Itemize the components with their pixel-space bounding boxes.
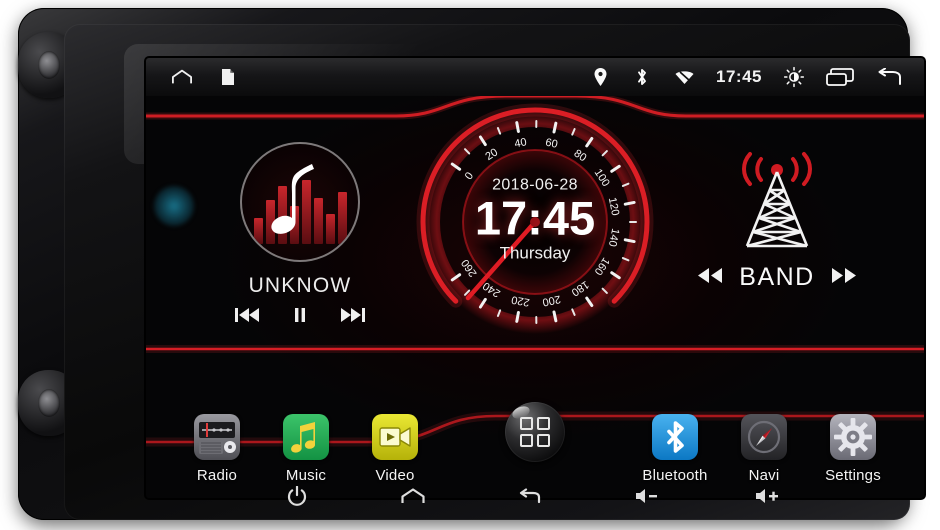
wifi-off-icon (674, 67, 694, 87)
bluetooth-icon (632, 67, 652, 87)
gauge-center-readout: 2018-06-28 17:45 Thursday (448, 177, 623, 264)
status-bar-clock: 17:45 (716, 67, 762, 86)
gauge-weekday: Thursday (499, 243, 571, 263)
speedometer-clock-widget[interactable]: 0 20 40 60 80 100 120 140 160 180 200 220 240 260 201… (390, 93, 680, 352)
compass-app-icon (741, 414, 787, 460)
band-previous-button[interactable] (697, 267, 723, 288)
radio-tower-icon (682, 146, 872, 259)
dock-item-radio[interactable]: Radio (174, 414, 260, 484)
head-unit-faceplate: 17:45 UNKNOW 0 20 40 60 80 100 120 140 1… (64, 24, 924, 520)
video-app-icon (372, 414, 418, 460)
bluetooth-app-icon (652, 414, 698, 460)
sd-card-icon[interactable] (218, 67, 238, 87)
home-icon[interactable] (172, 67, 192, 87)
back-icon[interactable] (876, 67, 902, 87)
previous-track-button[interactable] (235, 308, 259, 322)
next-track-button[interactable] (341, 308, 365, 322)
status-bar-right-group: 17:45 (590, 66, 924, 88)
music-app-icon (283, 414, 329, 460)
band-controls: BAND (682, 263, 872, 292)
volume-down-button[interactable] (633, 484, 661, 508)
music-widget[interactable]: UNKNOW (200, 142, 400, 322)
head-unit-body: 17:45 UNKNOW 0 20 40 60 80 100 120 140 1… (18, 8, 924, 520)
home-widgets: UNKNOW 0 20 40 60 80 100 120 140 160 180… (146, 93, 924, 351)
screenshot-root: 17:45 UNKNOW 0 20 40 60 80 100 120 140 1… (0, 0, 940, 530)
bezel-button-row (110, 478, 940, 514)
svg-text:40: 40 (513, 136, 527, 150)
svg-text:220: 220 (510, 293, 530, 308)
grid-squares-icon (520, 417, 550, 447)
dock-item-video[interactable]: Video (352, 414, 438, 484)
music-note-icon (240, 142, 360, 262)
svg-text:200: 200 (541, 293, 561, 309)
music-track-title: UNKNOW (248, 274, 352, 297)
location-pin-icon (590, 67, 610, 87)
pause-button[interactable] (293, 308, 307, 322)
radio-app-icon (194, 414, 240, 460)
home-button[interactable] (401, 484, 425, 508)
status-bar: 17:45 (146, 58, 924, 96)
dock-item-settings[interactable]: Settings (810, 414, 896, 484)
touchscreen[interactable]: 17:45 UNKNOW 0 20 40 60 80 100 120 140 1… (146, 58, 924, 498)
note-glyph (242, 144, 358, 260)
back-button[interactable] (517, 484, 541, 508)
status-bar-left-group (146, 67, 238, 87)
volume-up-button[interactable] (753, 484, 781, 508)
power-button[interactable] (285, 484, 309, 508)
music-transport-controls (200, 308, 400, 322)
recents-icon[interactable] (826, 67, 854, 87)
settings-gear-icon (830, 414, 876, 460)
dock-item-bluetooth[interactable]: Bluetooth (632, 414, 718, 484)
gauge-time: 17:45 (474, 191, 596, 245)
dock-item-music[interactable]: Music (263, 414, 349, 484)
svg-text:60: 60 (544, 137, 558, 151)
band-next-button[interactable] (831, 267, 857, 288)
brightness-icon[interactable] (784, 66, 804, 88)
app-drawer-button[interactable] (505, 402, 565, 462)
dock-item-navi[interactable]: Navi (721, 414, 807, 484)
band-label: BAND (739, 263, 815, 291)
radio-band-widget[interactable]: BAND (682, 146, 872, 292)
